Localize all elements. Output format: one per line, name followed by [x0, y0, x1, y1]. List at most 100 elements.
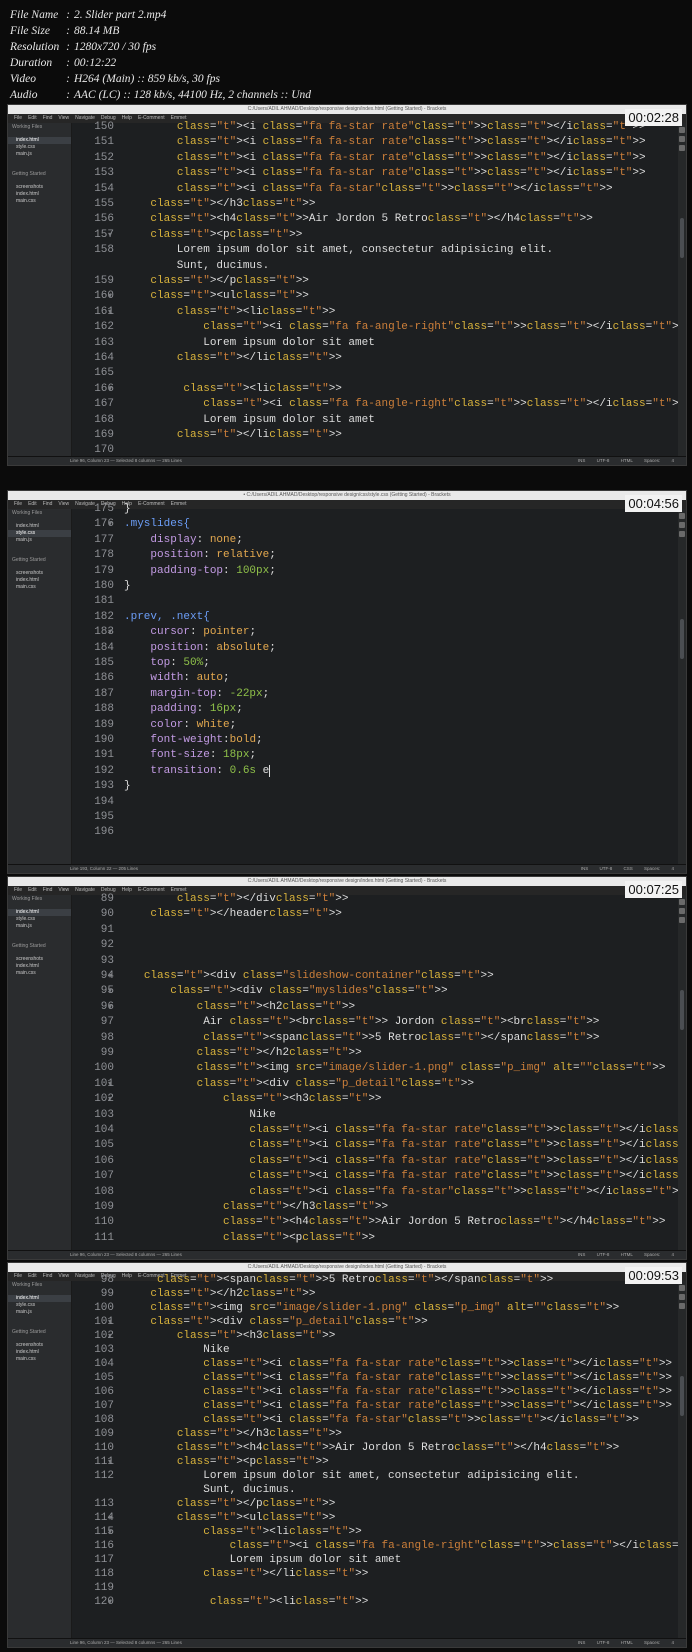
code-editor[interactable]: 175 176 ▾ 177 178 179 180 181 182 183 ▾ 184 185 186 18… — [72, 503, 678, 865]
code-editor[interactable]: 89 90 91 92 93 94 ▾ 95 ▾ 96 ▾ 97 98 99 100 101 ▾ 102 ▾ 103 1… — [72, 893, 686, 1251]
menu-file[interactable]: File — [8, 1272, 25, 1281]
fold-arrow-icon[interactable]: ▾ — [108, 627, 112, 636]
working-file-item[interactable]: style.css — [8, 1302, 71, 1309]
project-header[interactable]: Getting Started — [8, 556, 71, 564]
fold-arrow-icon[interactable]: ▾ — [108, 1527, 112, 1536]
code-area[interactable]: class="t"><spanclass="t">>5 Retroclass="… — [124, 1274, 686, 1639]
working-file-item[interactable]: style.css — [8, 530, 71, 537]
vertical-scrollbar[interactable] — [678, 509, 686, 865]
project-file-item[interactable]: main.css — [8, 1356, 71, 1363]
code-area[interactable]: } .myslides{ display: none; position: rel… — [124, 503, 678, 865]
working-file-item[interactable]: style.css — [8, 916, 71, 923]
project-file-item[interactable]: index.html — [8, 1349, 71, 1356]
inspector-icon[interactable] — [679, 917, 685, 923]
project-header[interactable]: Getting Started — [8, 942, 71, 950]
menu-find[interactable]: Find — [40, 114, 56, 123]
menu-file[interactable]: File — [8, 500, 25, 509]
line-number: 181 — [94, 595, 114, 608]
menu-file[interactable]: File — [8, 114, 25, 123]
scrollbar-thumb[interactable] — [680, 619, 684, 659]
project-file-item[interactable]: screenshots — [8, 184, 71, 191]
code-area[interactable]: class="t"></divclass="t">> class="t"></h… — [124, 893, 686, 1251]
menu-file[interactable]: File — [8, 886, 25, 895]
fold-arrow-icon[interactable]: ▾ — [108, 291, 112, 300]
fold-arrow-icon[interactable]: ▾ — [108, 230, 112, 239]
code-area[interactable]: class="t"><i class="fa fa-star rate"clas… — [124, 121, 685, 465]
fold-arrow-icon[interactable]: ▾ — [108, 986, 112, 995]
editor-frame-4: C:/Users/ADIL AHMAD/Desktop/responsive d… — [7, 1262, 687, 1648]
line-number: 153 — [94, 167, 114, 180]
menu-find[interactable]: Find — [40, 500, 56, 509]
inspector-icon[interactable] — [679, 1303, 685, 1309]
line-number: 169 — [94, 429, 114, 441]
fold-arrow-icon[interactable]: ▾ — [108, 1079, 112, 1088]
line-number: 103 — [94, 1108, 114, 1121]
fold-arrow-icon[interactable]: ▾ — [108, 1002, 112, 1011]
menu-edit[interactable]: Edit — [25, 114, 40, 123]
working-file-item[interactable]: main.js — [8, 151, 71, 158]
vertical-scrollbar[interactable] — [678, 123, 686, 457]
project-file-item[interactable]: screenshots — [8, 570, 71, 577]
code-line: class="t"></pclass="t">> — [176, 1498, 336, 1510]
scrollbar-thumb[interactable] — [680, 990, 684, 1030]
extension-manager-icon[interactable] — [679, 908, 685, 914]
fold-arrow-icon[interactable]: ▾ — [108, 1317, 112, 1326]
fold-arrow-icon[interactable]: ▾ — [108, 307, 112, 316]
live-preview-icon[interactable] — [679, 513, 685, 519]
fold-arrow-icon[interactable]: ▾ — [108, 1331, 112, 1340]
live-preview-icon[interactable] — [679, 1285, 685, 1291]
fold-arrow-icon[interactable]: ▾ — [108, 519, 112, 528]
working-file-item[interactable]: index.html — [8, 909, 71, 916]
fold-arrow-icon[interactable]: ▾ — [108, 971, 112, 980]
working-file-item[interactable]: index.html — [8, 523, 71, 530]
project-file-item[interactable]: index.html — [8, 577, 71, 584]
extension-manager-icon[interactable] — [679, 1294, 685, 1300]
fold-arrow-icon[interactable]: ▾ — [108, 1094, 112, 1103]
menu-edit[interactable]: Edit — [25, 886, 40, 895]
project-file-item[interactable]: screenshots — [8, 1342, 71, 1349]
project-file-item[interactable]: index.html — [8, 963, 71, 970]
menu-find[interactable]: Find — [40, 886, 56, 895]
project-file-item[interactable]: main.css — [8, 970, 71, 977]
inspector-icon[interactable] — [679, 531, 685, 537]
meta-key: Video — [10, 73, 36, 85]
live-preview-icon[interactable] — [679, 127, 685, 133]
menu-view[interactable]: View — [55, 500, 72, 509]
project-header[interactable]: Getting Started — [8, 1328, 71, 1336]
working-file-item[interactable]: style.css — [8, 144, 71, 151]
menu-edit[interactable]: Edit — [25, 1272, 40, 1281]
code-editor[interactable]: 98 99 100 101 ▾ 102 ▾ 103 104 105 106 107 108 109 110 1… — [72, 1274, 686, 1639]
code-editor[interactable]: 150 151 152 153 154 155 156 157 ▾ 158 159 160 ▾ 161 ▾ 1… — [72, 121, 685, 465]
extension-manager-icon[interactable] — [679, 522, 685, 528]
fold-arrow-icon[interactable]: ▾ — [108, 1513, 112, 1522]
fold-arrow-icon[interactable]: ▾ — [108, 1457, 112, 1466]
project-file-item[interactable]: screenshots — [8, 956, 71, 963]
working-file-item[interactable]: main.js — [8, 1309, 71, 1316]
working-file-item[interactable]: index.html — [8, 1295, 71, 1302]
vertical-scrollbar[interactable] — [678, 895, 686, 1251]
code-line: class="t"></h2class="t">> — [150, 1288, 316, 1300]
menu-e-comment[interactable]: E-Comment — [135, 500, 168, 509]
menu-edit[interactable]: Edit — [25, 500, 40, 509]
project-file-item[interactable]: index.html — [8, 191, 71, 198]
live-preview-icon[interactable] — [679, 899, 685, 905]
menu-emmet[interactable]: Emmet — [168, 500, 190, 509]
menu-view[interactable]: View — [55, 1272, 72, 1281]
fold-arrow-icon[interactable]: ▾ — [108, 1597, 112, 1606]
scrollbar-thumb[interactable] — [680, 1376, 684, 1416]
vertical-scrollbar[interactable] — [678, 1281, 686, 1639]
extension-manager-icon[interactable] — [679, 136, 685, 142]
working-file-item[interactable]: main.js — [8, 923, 71, 930]
menu-view[interactable]: View — [55, 886, 72, 895]
working-file-item[interactable]: main.js — [8, 537, 71, 544]
project-file-item[interactable]: main.css — [8, 584, 71, 591]
menu-view[interactable]: View — [55, 114, 72, 123]
working-file-item[interactable]: index.html — [8, 137, 71, 144]
menu-find[interactable]: Find — [40, 1272, 56, 1281]
scrollbar-thumb[interactable] — [680, 218, 684, 258]
inspector-icon[interactable] — [679, 145, 685, 151]
fold-arrow-icon[interactable]: ▾ — [108, 384, 112, 393]
line-number: 92 — [100, 939, 114, 952]
project-header[interactable]: Getting Started — [8, 170, 71, 178]
project-file-item[interactable]: main.css — [8, 198, 71, 205]
